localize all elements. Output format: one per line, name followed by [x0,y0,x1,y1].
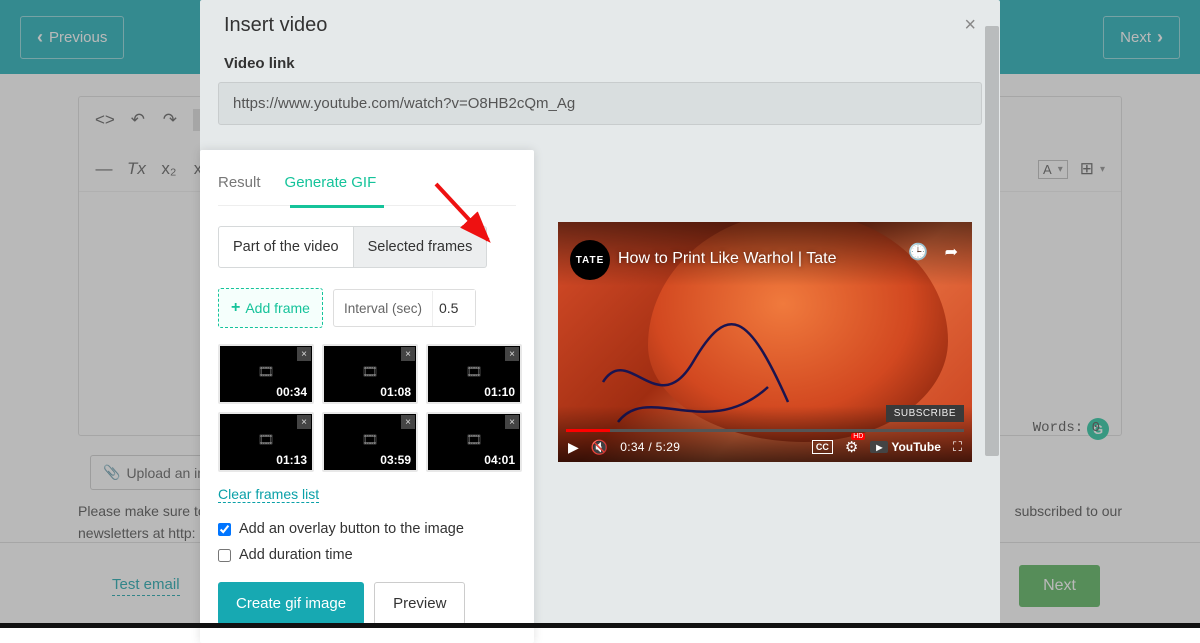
interval-label: Interval (sec) [334,291,433,326]
video-link-label: Video link [200,51,1000,82]
frame-timestamp: 03:59 [380,453,411,467]
create-gif-button[interactable]: Create gif image [218,582,364,625]
duration-checkbox-row[interactable]: Add duration time [218,542,516,568]
clear-frames-link[interactable]: Clear frames list [218,486,319,503]
video-link-input[interactable] [218,82,982,125]
frame-thumb[interactable]: × 🎞01:08 [322,344,418,404]
frame-thumb[interactable]: × 🎞03:59 [322,412,418,472]
frame-timestamp: 04:01 [484,453,515,467]
channel-logo[interactable]: TATE [570,240,610,280]
frame-thumb[interactable]: × 🎞01:13 [218,412,314,472]
subscribe-button[interactable]: SUBSCRIBE [886,405,964,422]
frame-timestamp: 01:10 [484,385,515,399]
mute-icon[interactable]: 🔇 [591,439,608,456]
film-icon: 🎞 [466,432,483,448]
frame-timestamp: 00:34 [276,385,307,399]
video-title: How to Print Like Warhol | Tate [618,250,836,268]
overlay-checkbox[interactable] [218,523,231,536]
film-icon: 🎞 [258,432,275,448]
frame-thumb[interactable]: × 🎞01:10 [426,344,522,404]
youtube-logo[interactable]: ▶YouTube [870,440,941,454]
tab-result[interactable]: Result [218,170,261,195]
mode-part-of-video[interactable]: Part of the video [218,226,354,268]
frames-grid: ×🎞00:34×🎞01:08×🎞01:10×🎞01:13×🎞03:59×🎞04:… [218,344,516,472]
video-time: 0:34 / 5:29 [620,440,680,454]
interval-input[interactable] [433,290,475,326]
frame-timestamp: 01:08 [380,385,411,399]
modal-scrollbar[interactable] [985,26,999,614]
film-icon: 🎞 [466,364,483,380]
mode-selected-frames[interactable]: Selected frames [354,226,488,268]
frame-thumb[interactable]: × 🎞00:34 [218,344,314,404]
film-icon: 🎞 [362,364,379,380]
remove-frame-icon[interactable]: × [505,415,519,429]
remove-frame-icon[interactable]: × [297,415,311,429]
fullscreen-icon[interactable]: ⛶ [953,439,962,455]
tab-generate-gif[interactable]: Generate GIF [285,170,377,195]
play-icon[interactable] [568,439,579,456]
overlay-checkbox-row[interactable]: Add an overlay button to the image [218,516,516,542]
remove-frame-icon[interactable]: × [401,415,415,429]
video-player[interactable]: TATE How to Print Like Warhol | Tate 🕒 ➦… [558,222,972,462]
plus-icon: + [231,299,240,317]
add-frame-button[interactable]: +Add frame [218,288,323,328]
frame-timestamp: 01:13 [276,453,307,467]
remove-frame-icon[interactable]: × [401,347,415,361]
duration-checkbox[interactable] [218,549,231,562]
gif-panel: Result Generate GIF Part of the video Se… [200,150,534,643]
close-icon[interactable]: × [964,14,976,37]
preview-button[interactable]: Preview [374,582,465,625]
captions-icon[interactable]: CC [812,440,833,454]
modal-title: Insert video [224,14,327,37]
settings-icon[interactable]: ⚙HD [845,438,858,456]
watch-later-icon[interactable]: 🕒 [908,242,928,262]
video-controls: 🔇 0:34 / 5:29 CC ⚙HD ▶YouTube ⛶ [558,432,972,462]
film-icon: 🎞 [258,364,275,380]
interval-input-group: Interval (sec) [333,289,476,327]
remove-frame-icon[interactable]: × [297,347,311,361]
remove-frame-icon[interactable]: × [505,347,519,361]
share-icon[interactable]: ➦ [945,242,958,262]
frame-thumb[interactable]: × 🎞04:01 [426,412,522,472]
film-icon: 🎞 [362,432,379,448]
